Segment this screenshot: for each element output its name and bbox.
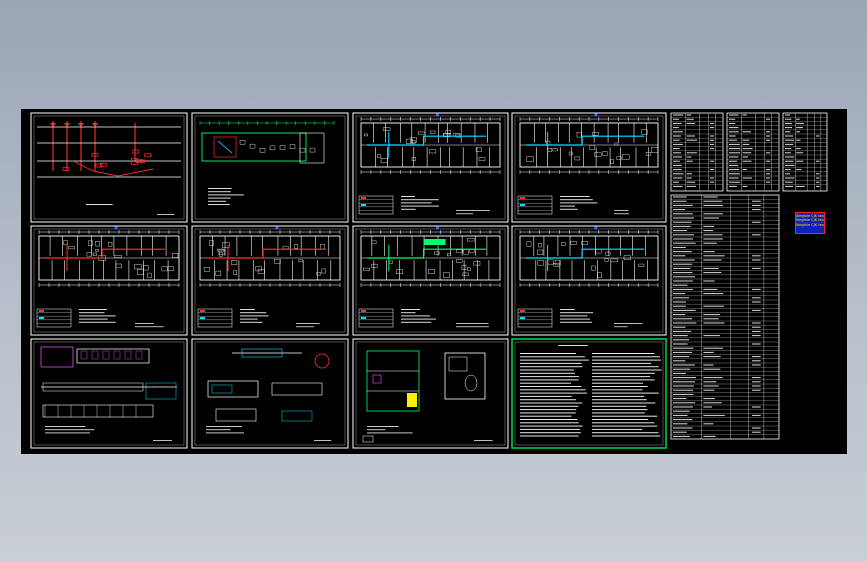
schedule-table-4 [670,194,780,440]
drawing-sheet-5[interactable] [30,225,188,336]
drawing-sheet-6[interactable] [191,225,349,336]
drawing-sheet-8[interactable] [511,225,667,336]
drawing-sheet-7[interactable] [352,225,509,336]
cad-model-space[interactable]: Illegible CJK text line 1 Illegible CJK … [21,109,847,454]
schedule-table-2 [726,112,780,192]
drawing-sheet-3[interactable] [352,112,509,223]
drawing-sheet-10[interactable] [191,338,349,449]
drawing-sheet-2[interactable] [191,112,349,223]
drawing-sheet-11[interactable] [352,338,509,449]
schedule-table-3 [782,112,828,192]
drawing-canvas [30,112,828,449]
title-stamp: Illegible CJK text line 1 Illegible CJK … [795,212,825,234]
stamp-line-3: Illegible CJK text line 3 [796,222,824,227]
drawing-sheet-layout [21,109,847,454]
drawing-sheet-4[interactable] [511,112,667,223]
drawing-sheet-9[interactable] [30,338,188,449]
drawing-sheet-1[interactable] [30,112,188,223]
schedule-table-1 [670,112,724,192]
drawing-sheet-12[interactable] [511,338,667,449]
